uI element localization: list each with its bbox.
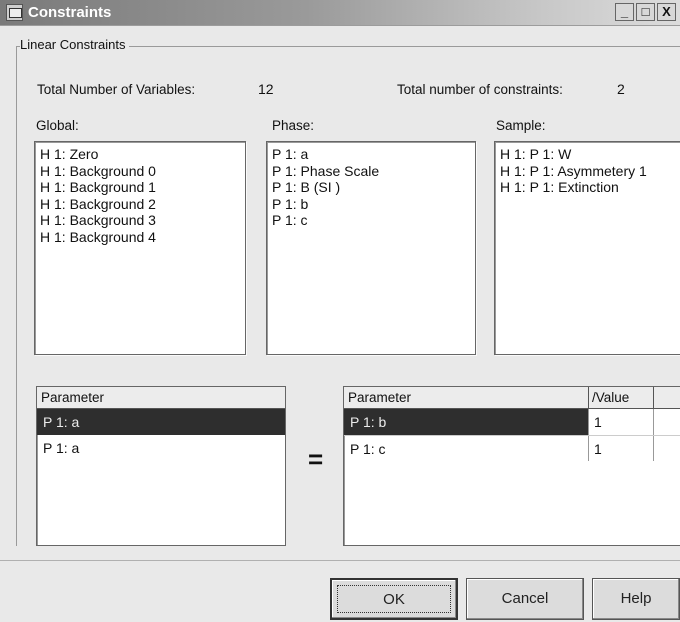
column-divider bbox=[588, 436, 589, 461]
list-item[interactable]: H 1: Background 1 bbox=[40, 179, 240, 196]
sample-list[interactable]: H 1: P 1: W H 1: P 1: Asymmetery 1 H 1: … bbox=[494, 141, 680, 355]
app-icon bbox=[6, 4, 23, 21]
global-list[interactable]: H 1: Zero H 1: Background 0 H 1: Backgro… bbox=[34, 141, 246, 355]
equals-sign: = bbox=[308, 444, 324, 474]
list-item[interactable]: H 1: P 1: W bbox=[500, 146, 678, 163]
list-item[interactable]: P 1: Phase Scale bbox=[272, 163, 470, 180]
cancel-button[interactable]: Cancel bbox=[466, 578, 584, 620]
list-item[interactable]: P 1: c bbox=[272, 212, 470, 229]
constraints-label: Total number of constraints: bbox=[397, 82, 563, 97]
row-parameter: P 1: a bbox=[43, 414, 80, 430]
right-header-parameter: Parameter bbox=[348, 390, 412, 405]
help-label: Help bbox=[620, 590, 652, 607]
help-button[interactable]: Help bbox=[592, 578, 680, 620]
table-row[interactable]: P 1: c 1 bbox=[344, 435, 680, 461]
variables-label: Total Number of Variables: bbox=[37, 82, 196, 97]
ok-label: OK bbox=[383, 591, 405, 608]
header-column-divider bbox=[588, 387, 589, 408]
close-button[interactable]: X bbox=[657, 3, 676, 21]
row-parameter: P 1: c bbox=[350, 441, 386, 457]
sample-label: Sample: bbox=[496, 118, 546, 133]
list-item[interactable]: H 1: Background 4 bbox=[40, 229, 240, 246]
group-title: Linear Constraints bbox=[20, 37, 129, 52]
title-bar: Constraints _ □ X bbox=[0, 0, 680, 26]
left-grid-header: Parameter bbox=[37, 387, 285, 409]
list-item[interactable]: H 1: P 1: Asymmetery 1 bbox=[500, 163, 678, 180]
list-item[interactable]: P 1: b bbox=[272, 196, 470, 213]
header-column-divider bbox=[653, 387, 654, 408]
column-divider bbox=[653, 409, 654, 435]
column-divider bbox=[588, 409, 589, 435]
right-grid-header: Parameter /Value bbox=[344, 387, 680, 409]
table-row[interactable]: P 1: b 1 bbox=[344, 409, 680, 435]
left-header-parameter: Parameter bbox=[41, 390, 105, 405]
list-item[interactable]: H 1: Background 2 bbox=[40, 196, 240, 213]
table-row[interactable]: P 1: a bbox=[37, 409, 285, 435]
list-item[interactable]: H 1: Zero bbox=[40, 146, 240, 163]
row-parameter: P 1: b bbox=[350, 414, 387, 430]
column-divider bbox=[653, 436, 654, 461]
global-label: Global: bbox=[36, 118, 79, 133]
list-item[interactable]: H 1: Background 0 bbox=[40, 163, 240, 180]
phase-label: Phase: bbox=[272, 118, 315, 133]
cancel-label: Cancel bbox=[501, 590, 549, 607]
bottom-separator bbox=[0, 560, 680, 561]
list-item[interactable]: P 1: B (SI ) bbox=[272, 179, 470, 196]
row-value[interactable]: 1 bbox=[594, 436, 602, 462]
maximize-button[interactable]: □ bbox=[636, 3, 655, 21]
table-row[interactable]: P 1: a bbox=[37, 435, 285, 461]
list-item[interactable]: H 1: Background 3 bbox=[40, 212, 240, 229]
right-parameter-grid[interactable]: Parameter /Value P 1: b 1 P 1: c 1 bbox=[343, 386, 680, 546]
list-item[interactable]: H 1: P 1: Extinction bbox=[500, 179, 678, 196]
row-value[interactable]: 1 bbox=[594, 409, 602, 435]
list-item[interactable]: P 1: a bbox=[272, 146, 470, 163]
constraints-value: 2 bbox=[617, 81, 625, 97]
row-parameter: P 1: a bbox=[43, 440, 80, 456]
right-header-value: /Value bbox=[592, 390, 630, 405]
left-parameter-grid[interactable]: Parameter P 1: a P 1: a bbox=[36, 386, 286, 546]
ok-button[interactable]: OK bbox=[330, 578, 458, 620]
phase-list[interactable]: P 1: a P 1: Phase Scale P 1: B (SI ) P 1… bbox=[266, 141, 476, 355]
minimize-button[interactable]: _ bbox=[615, 3, 634, 21]
variables-value: 12 bbox=[258, 81, 274, 97]
window-title: Constraints bbox=[28, 4, 112, 21]
